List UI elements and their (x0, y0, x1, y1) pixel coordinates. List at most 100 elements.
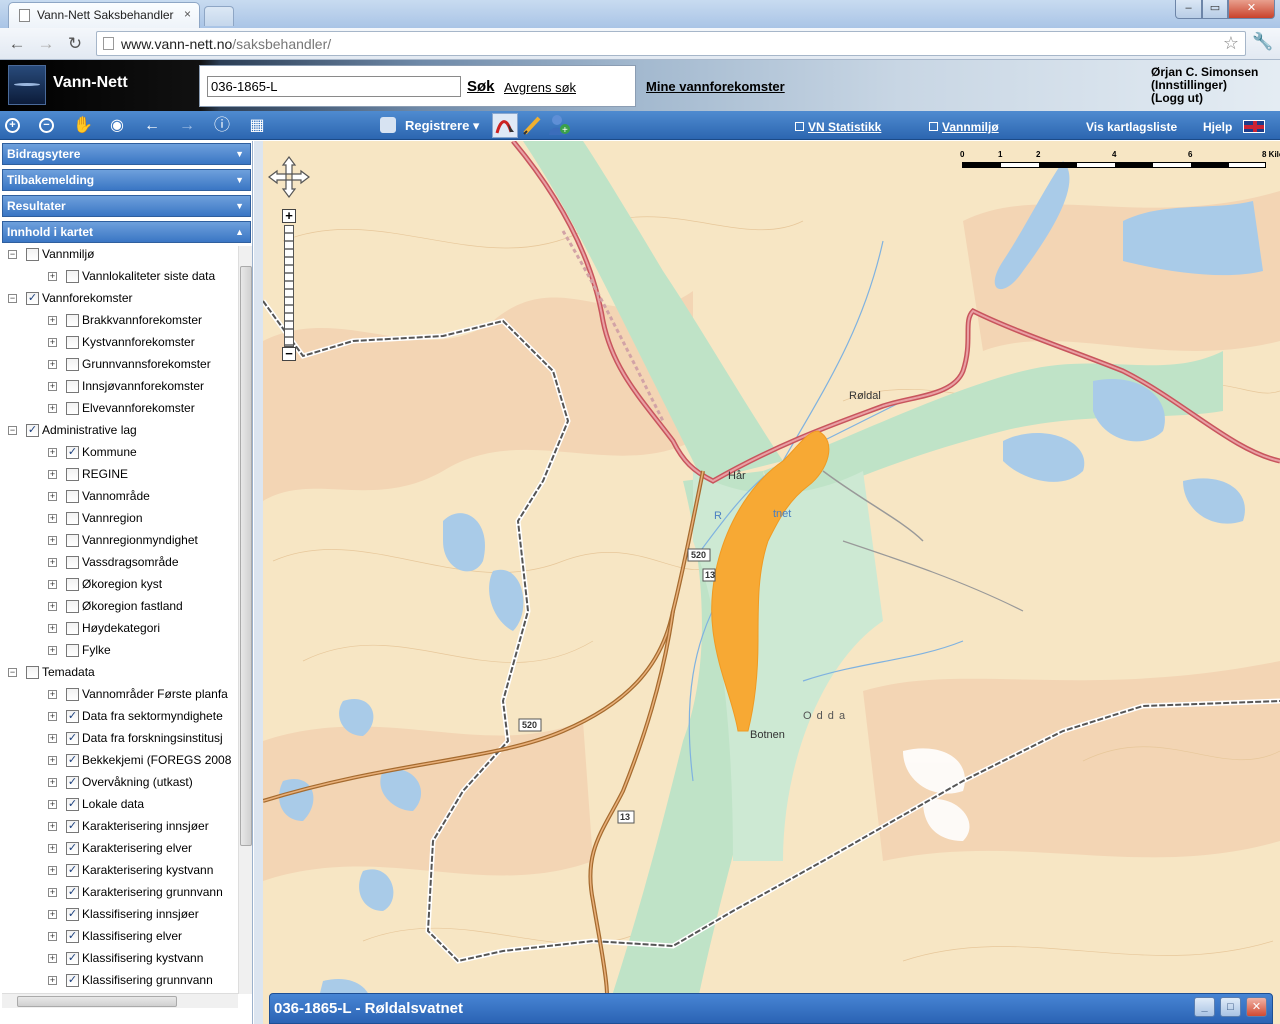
expand-icon[interactable]: + (48, 976, 57, 985)
layer-checkbox[interactable]: ✓ (66, 710, 79, 723)
expand-icon[interactable]: + (48, 778, 57, 787)
layer-checkbox[interactable] (66, 512, 79, 525)
layer-checkbox[interactable]: ✓ (66, 842, 79, 855)
info-icon[interactable]: ⓘ (211, 115, 233, 137)
layer-checkbox[interactable] (66, 270, 79, 283)
layer-checkbox[interactable] (66, 358, 79, 371)
expand-icon[interactable]: + (48, 624, 57, 633)
collapse-icon[interactable]: − (8, 294, 17, 303)
search-input[interactable] (207, 76, 461, 97)
expand-icon[interactable]: + (48, 822, 57, 831)
info-window[interactable]: 036-1865-L - Røldalsvatnet _ □ ✕ (269, 993, 1273, 1024)
expand-icon[interactable]: + (48, 734, 57, 743)
scrollbar-thumb[interactable] (17, 996, 177, 1007)
layer-list-link[interactable]: Vis kartlagsliste (1086, 120, 1177, 134)
layer-checkbox[interactable] (66, 380, 79, 393)
expand-icon[interactable]: + (48, 756, 57, 765)
panel-splitter[interactable] (254, 141, 263, 1024)
expand-icon[interactable]: + (48, 690, 57, 699)
zoom-out-icon[interactable]: − (39, 118, 54, 133)
new-tab-button[interactable] (204, 6, 234, 26)
expand-icon[interactable]: + (48, 800, 57, 809)
expand-icon[interactable]: + (48, 272, 57, 281)
add-user-icon[interactable]: + (547, 113, 573, 138)
layer-checkbox[interactable]: ✓ (66, 820, 79, 833)
layer-checkbox[interactable]: ✓ (66, 754, 79, 767)
reload-icon[interactable]: ↻ (64, 33, 86, 55)
layer-checkbox[interactable] (66, 402, 79, 415)
collapse-icon[interactable]: − (8, 250, 17, 259)
map-zoom-in-button[interactable]: + (282, 209, 296, 223)
expand-icon[interactable]: + (48, 316, 57, 325)
layer-checkbox[interactable] (66, 534, 79, 547)
section-tilbakemelding[interactable]: Tilbakemelding ▼ (2, 169, 251, 191)
tab-close-icon[interactable]: × (184, 7, 191, 21)
expand-icon[interactable]: + (48, 712, 57, 721)
expand-icon[interactable]: + (48, 910, 57, 919)
layer-checkbox[interactable] (66, 578, 79, 591)
expand-icon[interactable]: + (48, 954, 57, 963)
layer-checkbox[interactable] (66, 644, 79, 657)
expand-icon[interactable]: + (48, 360, 57, 369)
layer-checkbox[interactable] (66, 556, 79, 569)
minimize-button[interactable]: _ (1194, 997, 1215, 1017)
back-arrow-icon[interactable]: ← (6, 33, 28, 55)
layer-checkbox[interactable]: ✓ (26, 292, 39, 305)
expand-icon[interactable]: + (48, 404, 57, 413)
search-button[interactable]: Søk (467, 78, 495, 95)
expand-icon[interactable]: + (48, 844, 57, 853)
expand-icon[interactable]: + (48, 338, 57, 347)
expand-icon[interactable]: + (48, 888, 57, 897)
expand-icon[interactable]: + (48, 470, 57, 479)
layer-checkbox[interactable] (66, 336, 79, 349)
expand-icon[interactable]: + (48, 558, 57, 567)
layer-checkbox[interactable]: ✓ (66, 930, 79, 943)
print-icon[interactable]: ▦ (246, 115, 268, 137)
register-menu[interactable]: Registrere ▾ (405, 118, 479, 134)
tree-horizontal-scrollbar[interactable] (2, 993, 238, 1008)
my-waterbodies-link[interactable]: Mine vannforekomster (646, 79, 785, 94)
wrench-icon[interactable]: 🔧 (1252, 32, 1273, 52)
collapse-icon[interactable]: − (8, 668, 17, 677)
vn-statistikk-link[interactable]: VN Statistikk (795, 120, 881, 134)
section-innhold-i-kartet[interactable]: Innhold i kartet ▲ (2, 221, 251, 243)
refine-search-link[interactable]: Avgrens søk (504, 80, 576, 95)
expand-icon[interactable]: + (48, 514, 57, 523)
layer-checkbox[interactable] (66, 600, 79, 613)
collapse-icon[interactable]: − (8, 426, 17, 435)
layer-checkbox[interactable]: ✓ (66, 776, 79, 789)
layer-checkbox[interactable] (66, 314, 79, 327)
window-close-button[interactable]: ✕ (1228, 0, 1275, 19)
layer-checkbox[interactable]: ✓ (66, 974, 79, 987)
expand-icon[interactable]: + (48, 382, 57, 391)
layer-checkbox[interactable] (66, 468, 79, 481)
logout-link[interactable]: (Logg ut) (1151, 92, 1258, 105)
address-bar[interactable]: www.vann-nett.no/saksbehandler/ ☆ (96, 31, 1246, 56)
section-resultater[interactable]: Resultater ▼ (2, 195, 251, 217)
expand-icon[interactable]: + (48, 580, 57, 589)
bookmark-star-icon[interactable]: ☆ (1223, 33, 1239, 54)
layer-checkbox[interactable]: ✓ (66, 732, 79, 745)
pencil-tool-icon[interactable] (520, 113, 546, 138)
map-zoom-out-button[interactable]: − (282, 347, 296, 361)
browser-tab[interactable]: Vann-Nett Saksbehandler × (8, 2, 200, 28)
expand-icon[interactable]: + (48, 602, 57, 611)
map-view[interactable]: 520 13 520 13 Røldal Hår Botnen O d d a … (263, 141, 1280, 1024)
layer-checkbox[interactable] (66, 688, 79, 701)
layer-checkbox[interactable] (26, 666, 39, 679)
help-link[interactable]: Hjelp (1203, 120, 1232, 134)
draw-line-tool-icon[interactable] (492, 113, 518, 138)
scrollbar-thumb[interactable] (240, 266, 252, 846)
layer-checkbox[interactable]: ✓ (66, 886, 79, 899)
layer-checkbox[interactable] (26, 248, 39, 261)
expand-icon[interactable]: + (48, 536, 57, 545)
expand-icon[interactable]: + (48, 492, 57, 501)
window-minimize-button[interactable]: – (1175, 0, 1202, 19)
layer-checkbox[interactable]: ✓ (66, 798, 79, 811)
globe-zoom-icon[interactable]: ◉ (106, 115, 128, 137)
forward-arrow-icon[interactable]: → (35, 33, 57, 55)
layer-checkbox[interactable]: ✓ (66, 864, 79, 877)
close-button[interactable]: ✕ (1246, 997, 1267, 1017)
layer-checkbox[interactable]: ✓ (66, 908, 79, 921)
zoom-slider[interactable] (284, 225, 294, 347)
